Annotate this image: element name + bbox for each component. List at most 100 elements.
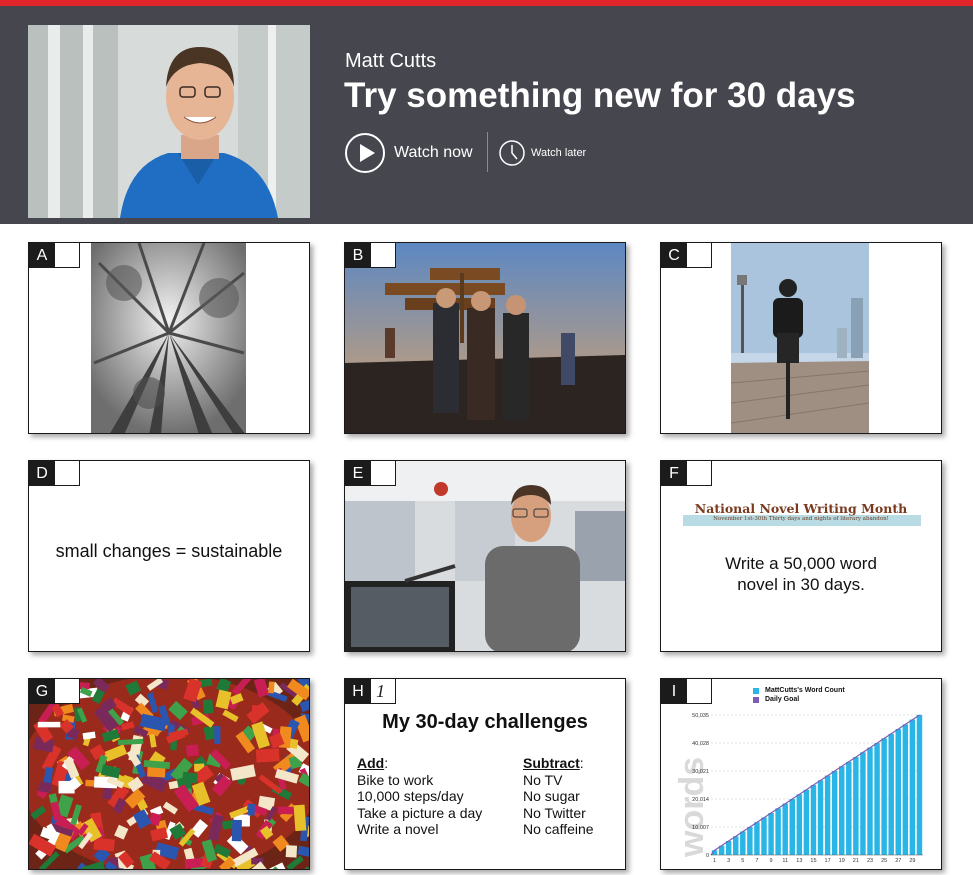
chart-bar (888, 733, 894, 855)
x-tick-label: 23 (867, 858, 873, 864)
chart-bar (789, 799, 795, 855)
slide-letter: D (29, 461, 55, 486)
cyclist-photo (730, 243, 870, 433)
banner-title: National Novel Writing Month (694, 501, 908, 516)
slide-f: F National Novel Writing Month November … (660, 460, 942, 652)
y-tick-label: 20,014 (692, 797, 709, 803)
list-item: No caffeine (523, 821, 594, 837)
speaker-name: Matt Cutts (345, 50, 437, 72)
slide-text: small changes = sustainable (55, 541, 283, 561)
watch-later-button[interactable]: Watch later (498, 139, 586, 167)
chart-bar (831, 771, 838, 855)
chart-bar (839, 766, 845, 855)
x-tick-label: 1 (713, 858, 716, 864)
chart-bar (895, 729, 901, 855)
slide-e: E (344, 460, 626, 652)
chart-bar (909, 719, 916, 855)
office-photo (345, 461, 625, 651)
chart-bar (782, 803, 788, 855)
mountain-summit-photo (345, 243, 625, 433)
chart-bar (740, 831, 746, 855)
slide-letter: C (661, 243, 687, 268)
x-tick-label: 21 (853, 858, 859, 864)
slide-title: My 30-day challenges (382, 711, 588, 733)
slide-g: G (28, 678, 310, 870)
slide-letter: H (345, 679, 371, 704)
x-tick-label: 17 (825, 858, 831, 864)
list-item: Take a picture a day (357, 804, 483, 821)
chart-bar (733, 836, 739, 855)
chart-bar (754, 822, 760, 855)
slide-letter-box (55, 679, 80, 704)
slide-letter: F (661, 461, 687, 486)
talk-title: Try something new for 30 days (344, 76, 856, 115)
y-tick-label: 30,021 (692, 769, 709, 775)
slide-letter: I (661, 679, 687, 704)
chart-bar (817, 780, 824, 855)
list-item: 10,000 steps/day (357, 788, 464, 804)
y-tick-label: 40,028 (692, 741, 709, 747)
x-tick-label: 27 (895, 858, 901, 864)
x-tick-label: 29 (909, 858, 915, 864)
slide-a: A (28, 242, 310, 434)
chart-bar (881, 738, 887, 855)
watch-now-label: Watch now (394, 144, 473, 161)
x-tick-label: 9 (770, 858, 773, 864)
play-icon (345, 133, 385, 173)
list-item: Write a novel (357, 821, 439, 837)
forest-canopy-photo (91, 243, 246, 433)
chart-bar (853, 757, 859, 855)
chart-bar (747, 827, 753, 855)
banner-subtitle: November 1st-30th Thirty days and nights… (713, 516, 889, 522)
subtract-column: Subtract: No TV No sugar No Twitter No c… (523, 755, 594, 837)
talk-header: Matt Cutts Try something new for 30 days… (0, 6, 973, 224)
slide-letter: G (29, 679, 55, 704)
subtract-heading: Subtract (523, 755, 580, 771)
x-tick-label: 3 (727, 858, 730, 864)
slide-text-line: novel in 30 days. (737, 575, 865, 594)
x-tick-label: 5 (741, 858, 744, 864)
list-item: Bike to work (357, 771, 434, 788)
watch-later-label: Watch later (531, 147, 587, 159)
speaker-photo (28, 25, 310, 218)
chart-bar (796, 794, 803, 855)
candy-pile-photo (29, 679, 309, 869)
list-item: No Twitter (523, 804, 586, 821)
slide-letter-box (371, 243, 396, 268)
chart-bar (803, 789, 810, 855)
word-count-chart: words010,00720,01430,02140,02850,0351 3 5 7… (673, 713, 923, 864)
chart-bar (810, 785, 817, 855)
chart-bar (867, 747, 873, 855)
slide-b: B (344, 242, 626, 434)
slide-text: Write a 50,000 word novel in 30 days. (661, 553, 941, 595)
x-tick-label: 13 (796, 858, 802, 864)
slide-text-line: Write a 50,000 word (725, 554, 877, 573)
slide-letter-box (687, 461, 712, 486)
x-tick-label: 7 (755, 858, 758, 864)
slide-number: 1 (371, 679, 396, 704)
chart-bar (860, 752, 866, 855)
slide-letter-box (371, 461, 396, 486)
x-tick-label: 15 (810, 858, 816, 864)
y-tick-label: 50,035 (692, 713, 709, 719)
list-item: No sugar (523, 788, 580, 804)
chart-bar (902, 724, 909, 855)
slide-letter-box (55, 243, 80, 268)
chart-bar (874, 743, 880, 855)
x-tick-label: 25 (881, 858, 887, 864)
add-heading: Add (357, 755, 385, 771)
slide-letter: A (29, 243, 55, 268)
chart-bar (725, 841, 732, 855)
watch-now-button[interactable]: Watch now (344, 132, 473, 174)
slide-letter: E (345, 461, 371, 486)
chart-bar (761, 817, 767, 855)
add-column: Add: Bike to work 10,000 steps/day Take … (357, 755, 483, 837)
y-tick-label: 0 (706, 853, 709, 859)
chart-bar (824, 775, 831, 855)
slide-letter-box (687, 679, 712, 704)
chart-bar (846, 761, 852, 855)
x-tick-label: 11 (782, 858, 788, 864)
chart-bar (916, 714, 923, 855)
slide-letter-box (687, 243, 712, 268)
slide-d: D small changes = sustainable (28, 460, 310, 652)
